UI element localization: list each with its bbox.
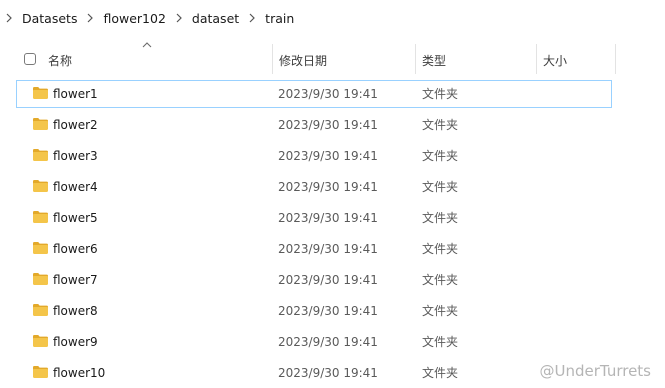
file-row[interactable]: flower5 2023/9/30 19:41 文件夹 [16,204,612,232]
file-row[interactable]: flower6 2023/9/30 19:41 文件夹 [16,235,612,263]
column-date-header[interactable]: 修改日期 [273,44,415,76]
file-type: 文件夹 [422,118,459,132]
file-name: flower8 [53,304,98,318]
file-name: flower1 [53,87,98,101]
column-divider[interactable] [615,44,616,74]
chevron-right-icon[interactable] [83,13,97,23]
file-row[interactable]: flower9 2023/9/30 19:41 文件夹 [16,328,612,356]
column-name-header[interactable]: 名称 [42,44,272,76]
file-row[interactable]: flower7 2023/9/30 19:41 文件夹 [16,266,612,294]
folder-icon [32,303,49,317]
file-date-modified: 2023/9/30 19:41 [278,118,378,132]
file-name: flower9 [53,335,98,349]
folder-icon [32,179,49,193]
file-type: 文件夹 [422,242,459,256]
column-type-header[interactable]: 类型 [416,44,536,76]
file-row[interactable]: flower4 2023/9/30 19:41 文件夹 [16,173,612,201]
file-type: 文件夹 [422,304,459,318]
folder-icon [32,334,49,348]
column-size-header[interactable]: 大小 [537,44,615,76]
column-size-label: 大小 [543,53,568,68]
breadcrumb-item-flower102[interactable]: flower102 [97,11,171,26]
file-name: flower7 [53,273,98,287]
folder-icon [32,148,49,162]
file-date-modified: 2023/9/30 19:41 [278,242,378,256]
folder-icon [32,117,49,131]
file-name: flower2 [53,118,98,132]
file-date-modified: 2023/9/30 19:41 [278,211,378,225]
file-type: 文件夹 [422,366,459,380]
file-row[interactable]: flower8 2023/9/30 19:41 文件夹 [16,297,612,325]
column-type-label: 类型 [422,53,447,68]
file-name: flower5 [53,211,98,225]
folder-icon [32,365,49,379]
column-name-label: 名称 [48,53,73,68]
folder-icon [32,272,49,286]
file-row[interactable]: flower2 2023/9/30 19:41 文件夹 [16,111,612,139]
file-date-modified: 2023/9/30 19:41 [278,149,378,163]
file-date-modified: 2023/9/30 19:41 [278,273,378,287]
file-name: flower3 [53,149,98,163]
column-date-label: 修改日期 [279,53,328,68]
folder-icon [32,210,49,224]
file-type: 文件夹 [422,149,459,163]
file-date-modified: 2023/9/30 19:41 [278,180,378,194]
file-date-modified: 2023/9/30 19:41 [278,87,378,101]
chevron-right-icon[interactable] [245,13,259,23]
folder-icon [32,241,49,255]
breadcrumb-item-train[interactable]: train [259,11,300,26]
file-date-modified: 2023/9/30 19:41 [278,304,378,318]
breadcrumb: Datasets flower102 dataset train [0,0,665,36]
file-type: 文件夹 [422,211,459,225]
file-date-modified: 2023/9/30 19:41 [278,366,378,380]
folder-icon [32,86,49,100]
watermark: @UnderTurrets [539,362,651,380]
file-name: flower6 [53,242,98,256]
file-date-modified: 2023/9/30 19:41 [278,335,378,349]
breadcrumb-item-datasets[interactable]: Datasets [16,11,83,26]
file-explorer-window: Datasets flower102 dataset train 名称 修改日期… [0,0,665,388]
file-row[interactable]: flower3 2023/9/30 19:41 文件夹 [16,142,612,170]
select-all-checkbox[interactable] [24,53,36,65]
file-row[interactable]: flower1 2023/9/30 19:41 文件夹 [16,80,612,108]
chevron-right-icon[interactable] [2,13,16,23]
file-name: flower10 [53,366,106,380]
chevron-right-icon[interactable] [172,13,186,23]
file-type: 文件夹 [422,273,459,287]
file-name: flower4 [53,180,98,194]
column-header: 名称 修改日期 类型 大小 [0,42,665,76]
file-type: 文件夹 [422,87,459,101]
file-type: 文件夹 [422,335,459,349]
breadcrumb-item-dataset[interactable]: dataset [186,11,245,26]
file-row[interactable]: flower10 2023/9/30 19:41 文件夹 [16,359,612,387]
file-type: 文件夹 [422,180,459,194]
